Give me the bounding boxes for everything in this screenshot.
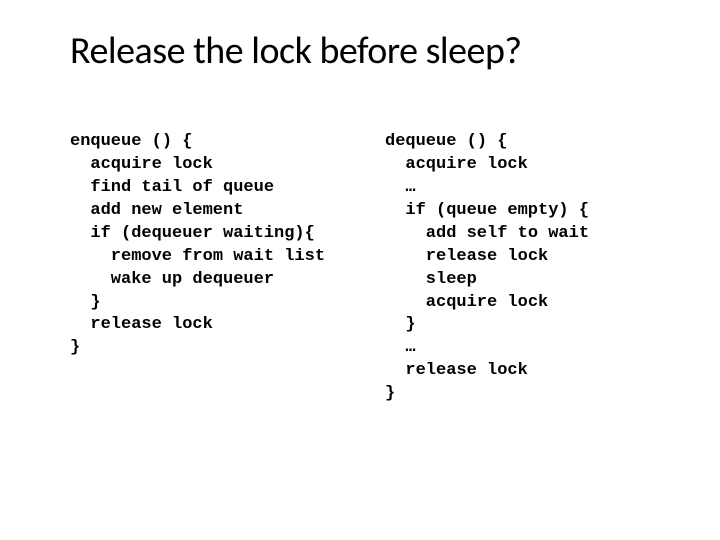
right-column: dequeue () { acquire lock … if (queue em… <box>375 108 670 429</box>
code-line: add self to wait <box>385 224 589 243</box>
code-line: dequeue () { <box>385 132 507 151</box>
code-line: release lock <box>385 247 548 266</box>
code-line: … <box>385 338 416 357</box>
code-line: add new element <box>70 201 243 220</box>
left-column: enqueue () { acquire lock find tail of q… <box>70 108 355 429</box>
code-line: acquire lock <box>385 293 548 312</box>
code-line: wake up dequeuer <box>70 270 274 289</box>
code-line: sleep <box>385 270 477 289</box>
code-line: } <box>385 315 416 334</box>
dequeue-code: dequeue () { acquire lock … if (queue em… <box>385 108 670 429</box>
code-line: acquire lock <box>385 155 528 174</box>
code-line: if (dequeuer waiting){ <box>70 224 315 243</box>
enqueue-code: enqueue () { acquire lock find tail of q… <box>70 108 355 383</box>
code-line: remove from wait list <box>70 247 325 266</box>
code-columns: enqueue () { acquire lock find tail of q… <box>70 108 670 429</box>
code-line: find tail of queue <box>70 178 274 197</box>
slide-title: Release the lock before sleep? <box>70 28 670 74</box>
code-line: enqueue () { <box>70 132 192 151</box>
code-line: } <box>70 293 101 312</box>
slide: Release the lock before sleep? enqueue (… <box>0 0 720 540</box>
code-line: release lock <box>385 361 528 380</box>
code-line: … <box>385 178 416 197</box>
code-line: acquire lock <box>70 155 213 174</box>
code-line: release lock <box>70 315 213 334</box>
code-line: } <box>70 338 80 357</box>
code-line: } <box>385 384 395 403</box>
code-line: if (queue empty) { <box>385 201 589 220</box>
